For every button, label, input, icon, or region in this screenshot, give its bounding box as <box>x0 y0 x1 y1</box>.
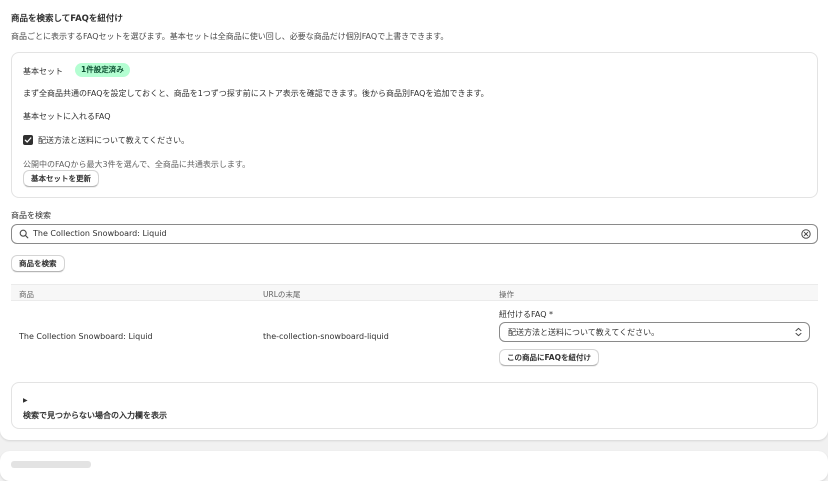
base-set-label: 基本セット <box>23 67 63 76</box>
base-set-hint: 公開中のFAQから最大3件を選んで、全商品に共通表示します。 <box>23 160 251 169</box>
base-set-faq-label: 基本セットに入れるFAQ <box>23 112 111 121</box>
faq-select-value: 配送方法と送料について教えてください。 <box>508 328 660 337</box>
column-header-url: URLの末尾 <box>263 290 301 299</box>
search-icon <box>19 229 29 239</box>
manual-input-toggle[interactable]: ▶ 検索で見つからない場合の入力欄を表示 <box>11 382 818 429</box>
clear-icon[interactable] <box>801 229 811 239</box>
table-header: 商品 URLの末尾 操作 <box>11 284 818 301</box>
column-header-action: 操作 <box>499 290 514 299</box>
search-value: The Collection Snowboard: Liquid <box>33 229 167 238</box>
link-faq-button[interactable]: この商品にFAQを紐付け <box>499 349 599 366</box>
product-search-input[interactable]: The Collection Snowboard: Liquid <box>11 224 818 244</box>
chevron-up-down-icon <box>795 327 802 337</box>
base-set-panel: 基本セット 1件設定済み まず全商品共通のFAQを設定しておくと、商品を1つずつ… <box>11 52 818 198</box>
search-products-button[interactable]: 商品を検索 <box>11 255 65 272</box>
product-handle: the-collection-snowboard-liquid <box>263 332 389 341</box>
faq-select-label: 紐付けるFAQ * <box>499 310 554 319</box>
next-section-card <box>0 451 828 481</box>
update-base-set-button[interactable]: 基本セットを更新 <box>23 170 99 187</box>
section-title: 商品を検索してFAQを紐付け <box>11 14 123 24</box>
manual-input-toggle-label[interactable]: 検索で見つからない場合の入力欄を表示 <box>23 410 167 421</box>
checkmark-icon <box>24 137 32 143</box>
status-badge: 1件設定済み <box>75 63 130 77</box>
next-section-title <box>11 461 91 468</box>
product-name: The Collection Snowboard: Liquid <box>19 332 153 341</box>
faq-link-card: 商品を検索してFAQを紐付け 商品ごとに表示するFAQセットを選びます。基本セッ… <box>0 0 828 440</box>
disclosure-triangle-icon: ▶ <box>23 397 28 404</box>
table-row: The Collection Snowboard: Liquid the-col… <box>11 301 818 373</box>
faq-checkbox-label[interactable]: 配送方法と送料について教えてください。 <box>38 135 189 146</box>
search-label: 商品を検索 <box>11 211 51 220</box>
column-header-product: 商品 <box>19 290 34 299</box>
base-set-description: まず全商品共通のFAQを設定しておくと、商品を1つずつ探す前にストア表示を確認で… <box>23 89 489 98</box>
faq-select[interactable]: 配送方法と送料について教えてください。 <box>499 322 810 342</box>
section-subtitle: 商品ごとに表示するFAQセットを選びます。基本セットは全商品に使い回し、必要な商… <box>11 32 449 41</box>
faq-checkbox[interactable] <box>23 135 33 145</box>
